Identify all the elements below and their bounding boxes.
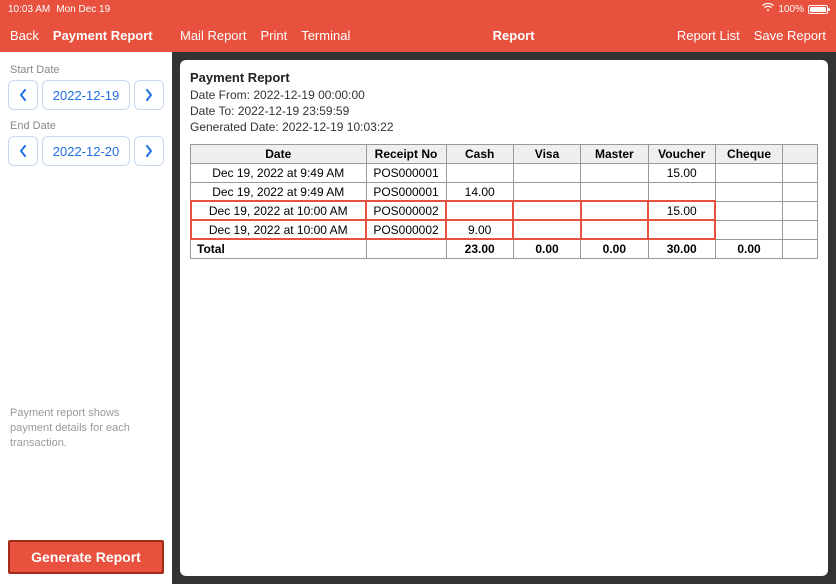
- table-cell: Dec 19, 2022 at 10:00 AM: [191, 201, 367, 220]
- table-cell: [513, 220, 580, 239]
- generate-report-label: Generate Report: [31, 549, 141, 565]
- end-date-field[interactable]: 2022-12-20: [42, 136, 130, 166]
- main-panel: Payment Report Date From: 2022-12-19 00:…: [172, 52, 836, 584]
- end-date-value: 2022-12-20: [53, 144, 120, 159]
- end-date-next-button[interactable]: [134, 136, 164, 166]
- table-cell: [715, 220, 782, 239]
- table-col-2: Cash: [446, 144, 513, 163]
- table-cell: [648, 182, 715, 201]
- table-cell: POS000001: [366, 182, 446, 201]
- table-cell: [783, 201, 818, 220]
- table-cell: [581, 220, 648, 239]
- table-cell: [715, 201, 782, 220]
- table-header-row: DateReceipt NoCashVisaMasterVoucherChequ…: [191, 144, 818, 163]
- table-total-cell: Total: [191, 239, 367, 258]
- table-row: Dec 19, 2022 at 10:00 AMPOS000002 15.00: [191, 201, 818, 220]
- table-row: Dec 19, 2022 at 9:49 AMPOS000001 15.00: [191, 163, 818, 182]
- back-button[interactable]: Back: [10, 28, 39, 43]
- table-col-5: Voucher: [648, 144, 715, 163]
- table-cell: POS000002: [366, 201, 446, 220]
- report-list-button[interactable]: Report List: [677, 28, 740, 43]
- battery-icon: [808, 5, 828, 14]
- report-card: Payment Report Date From: 2022-12-19 00:…: [180, 60, 828, 576]
- table-col-6: Cheque: [715, 144, 782, 163]
- end-date-label: End Date: [10, 120, 164, 132]
- status-date: Mon Dec 19: [56, 4, 110, 15]
- start-date-value: 2022-12-19: [53, 88, 120, 103]
- save-report-button[interactable]: Save Report: [754, 28, 826, 43]
- table-total-cell: 0.00: [513, 239, 580, 258]
- table-cell: 15.00: [648, 201, 715, 220]
- sidebar-hint: Payment report shows payment details for…: [8, 406, 164, 451]
- table-cell: [783, 163, 818, 182]
- report-table: DateReceipt NoCashVisaMasterVoucherChequ…: [190, 144, 818, 259]
- table-cell: POS000002: [366, 220, 446, 239]
- generated-label: Generated Date:: [190, 120, 279, 134]
- table-total-row: Total23.000.000.0030.000.00: [191, 239, 818, 258]
- date-to-label: Date To:: [190, 104, 234, 118]
- start-date-prev-button[interactable]: [8, 80, 38, 110]
- table-cell: [783, 220, 818, 239]
- table-total-cell: [783, 239, 818, 258]
- table-row: Dec 19, 2022 at 10:00 AMPOS0000029.00: [191, 220, 818, 239]
- nav-bar: Back Payment Report Mail Report Print Te…: [0, 18, 836, 52]
- report-title: Payment Report: [190, 70, 818, 85]
- table-cell: [581, 182, 648, 201]
- date-from-label: Date From:: [190, 88, 250, 102]
- table-col-4: Master: [581, 144, 648, 163]
- table-cell: [513, 182, 580, 201]
- table-col-1: Receipt No: [366, 144, 446, 163]
- start-date-label: Start Date: [10, 64, 164, 76]
- table-cell: Dec 19, 2022 at 10:00 AM: [191, 220, 367, 239]
- table-cell: 9.00: [446, 220, 513, 239]
- table-cell: POS000001: [366, 163, 446, 182]
- table-body: Dec 19, 2022 at 9:49 AMPOS00000115.00Dec…: [191, 163, 818, 258]
- table-total-cell: [366, 239, 446, 258]
- table-cell: [581, 163, 648, 182]
- table-total-cell: 0.00: [715, 239, 782, 258]
- table-total-cell: 30.00: [648, 239, 715, 258]
- table-total-cell: 0.00: [581, 239, 648, 258]
- nav-left-title: Payment Report: [53, 28, 153, 43]
- table-cell: 15.00: [648, 163, 715, 182]
- table-cell: [783, 182, 818, 201]
- table-total-cell: 23.00: [446, 239, 513, 258]
- table-cell: 14.00: [446, 182, 513, 201]
- table-cell: Dec 19, 2022 at 9:49 AM: [191, 163, 367, 182]
- start-date-next-button[interactable]: [134, 80, 164, 110]
- nav-title: Report: [493, 28, 535, 43]
- sidebar: Start Date 2022-12-19 End Date 2022-12: [0, 52, 172, 584]
- start-date-field[interactable]: 2022-12-19: [42, 80, 130, 110]
- table-cell: [581, 201, 648, 220]
- table-cell: [513, 163, 580, 182]
- table-col-7: [783, 144, 818, 163]
- terminal-button[interactable]: Terminal: [301, 28, 350, 43]
- generated-value: 2022-12-19 10:03:22: [282, 120, 393, 134]
- end-date-prev-button[interactable]: [8, 136, 38, 166]
- table-cell: [715, 163, 782, 182]
- table-col-3: Visa: [513, 144, 580, 163]
- battery-pct: 100%: [778, 4, 804, 15]
- table-cell: [513, 201, 580, 220]
- generate-report-button[interactable]: Generate Report: [8, 540, 164, 574]
- mail-report-button[interactable]: Mail Report: [180, 28, 246, 43]
- table-cell: Dec 19, 2022 at 9:49 AM: [191, 182, 367, 201]
- table-row: Dec 19, 2022 at 9:49 AMPOS00000114.00: [191, 182, 818, 201]
- table-col-0: Date: [191, 144, 367, 163]
- table-cell: [715, 182, 782, 201]
- date-from-value: 2022-12-19 00:00:00: [253, 88, 364, 102]
- table-cell: [648, 220, 715, 239]
- date-to-value: 2022-12-19 23:59:59: [238, 104, 349, 118]
- status-bar: 10:03 AM Mon Dec 19 100%: [0, 0, 836, 18]
- status-time: 10:03 AM: [8, 4, 50, 15]
- table-cell: [446, 163, 513, 182]
- wifi-icon: [762, 3, 774, 15]
- table-cell: [446, 201, 513, 220]
- print-button[interactable]: Print: [260, 28, 287, 43]
